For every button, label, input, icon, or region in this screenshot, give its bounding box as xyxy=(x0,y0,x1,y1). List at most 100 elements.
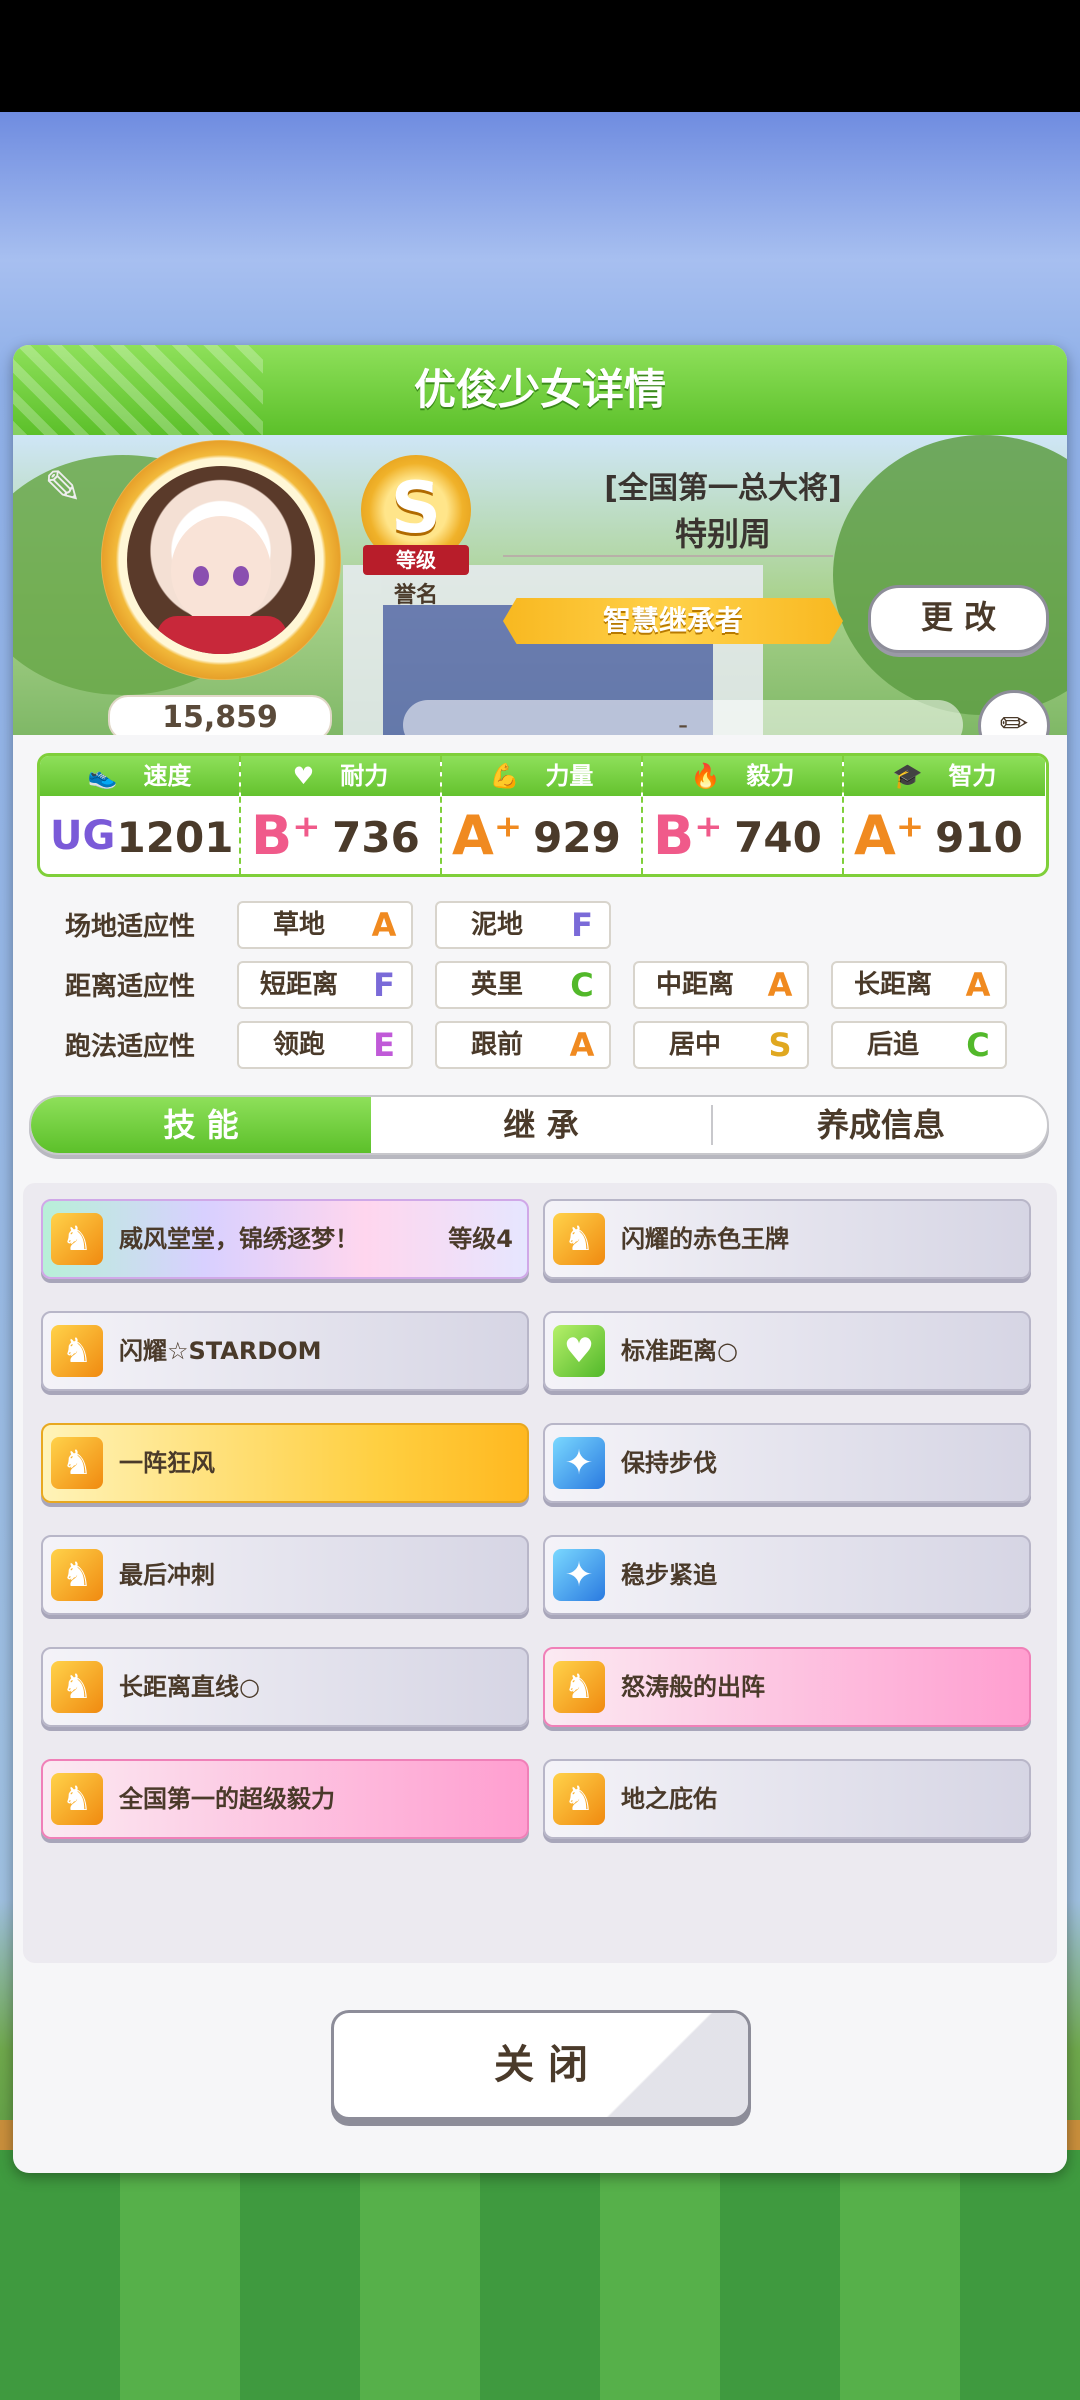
aptitude-name: 长距离 xyxy=(853,970,932,1000)
stat-stamina: ♥ 耐力 B⁺ 736 xyxy=(241,756,442,874)
stat-label: 毅力 xyxy=(746,762,795,790)
stat-header: 🔥 毅力 xyxy=(643,756,842,796)
skill-name: 怒涛般的出阵 xyxy=(621,1673,765,1701)
skill-item[interactable]: ♞ 威风堂堂，锦绣逐梦！ 等级4 xyxy=(41,1199,529,1279)
aptitude-name: 英里 xyxy=(470,970,523,1000)
avatar-eye xyxy=(193,566,209,586)
skill-item[interactable]: ♞ 地之庇佑 xyxy=(543,1759,1031,1839)
skill-item[interactable]: ♞ 最后冲刺 xyxy=(41,1535,529,1615)
name-divider xyxy=(503,555,833,557)
carrot-icon[interactable]: ✎ xyxy=(33,457,93,517)
avatar-outfit xyxy=(157,616,287,654)
stat-value: 910 xyxy=(935,813,1023,862)
profile-banner: ✎ 15,859 S 等级 誉名 [全国第一总大将] 特别周 智慧继承者 更 改… xyxy=(13,435,1067,735)
stat-grade: B⁺ xyxy=(653,804,723,867)
skill-item[interactable]: ♞ 全国第一的超级毅力 xyxy=(41,1759,529,1839)
aptitude-name: 领跑 xyxy=(272,1030,325,1060)
aptitude-turf: 草地 A xyxy=(237,901,413,949)
running-horse-icon: ♞ xyxy=(51,1213,103,1265)
stat-label: 力量 xyxy=(545,762,594,790)
aptitude-grade: E xyxy=(373,1026,395,1064)
change-button[interactable]: 更 改 xyxy=(868,585,1049,653)
aptitude-name: 泥地 xyxy=(470,910,523,940)
aptitude-grade: F xyxy=(373,966,395,1004)
skill-item[interactable]: ♞ 长距离直线○ xyxy=(41,1647,529,1727)
stat-speed: 👟 速度 UG 1201 xyxy=(40,756,241,874)
aptitude-grade: A xyxy=(371,906,397,944)
panel-header: 优俊少女详情 xyxy=(13,345,1067,435)
avatar[interactable] xyxy=(101,440,341,680)
stat-label: 速度 xyxy=(143,762,192,790)
skill-name: 一阵狂风 xyxy=(119,1449,215,1477)
skill-name: 闪耀的赤色王牌 xyxy=(621,1225,789,1253)
stat-grade: UG xyxy=(50,813,116,859)
umamusume-detail-panel: 优俊少女详情 ✎ 15,859 S 等级 誉名 [全国第一总大将] 特别周 智慧… xyxy=(13,345,1067,2173)
sparkle-icon: ✦ xyxy=(553,1549,605,1601)
stat-header: ♥ 耐力 xyxy=(241,756,440,796)
skill-item[interactable]: ✦ 稳步紧追 xyxy=(543,1535,1031,1615)
aptitude-name: 中距离 xyxy=(655,970,734,1000)
aptitude-medium: 中距离 A xyxy=(633,961,809,1009)
avatar-face xyxy=(171,516,271,626)
aptitude-betweener: 居中 S xyxy=(633,1021,809,1069)
running-horse-icon: ♞ xyxy=(51,1325,103,1377)
memo-field[interactable]: - xyxy=(403,700,963,735)
aptitude-mile: 英里 C xyxy=(435,961,611,1009)
skill-name: 最后冲刺 xyxy=(119,1561,215,1589)
epithet-banner: 智慧继承者 xyxy=(503,598,843,644)
stat-label: 智力 xyxy=(948,762,997,790)
aptitude-dirt: 泥地 F xyxy=(435,901,611,949)
stat-value: 929 xyxy=(533,813,621,862)
fan-count: 15,859 xyxy=(108,695,332,735)
graduation-cap-icon: 🎓 xyxy=(892,762,923,790)
aptitude-grade: A xyxy=(767,966,793,1004)
aptitude-grade: S xyxy=(768,1026,792,1064)
running-horse-icon: ♞ xyxy=(553,1773,605,1825)
aptitude-long: 长距离 A xyxy=(831,961,1007,1009)
skill-level: 等级4 xyxy=(448,1225,513,1253)
aptitude-leader: 跟前 A xyxy=(435,1021,611,1069)
stat-value: 1201 xyxy=(116,813,234,862)
distance-aptitude-label: 距离适应性 xyxy=(65,972,196,1002)
skill-name: 全国第一的超级毅力 xyxy=(119,1785,335,1813)
skill-item[interactable]: ♞ 怒涛般的出阵 xyxy=(543,1647,1031,1727)
close-button[interactable]: 关 闭 xyxy=(331,2010,751,2120)
panel-title: 优俊少女详情 xyxy=(413,365,666,414)
aptitude-name: 跟前 xyxy=(470,1030,523,1060)
tab-inheritance[interactable]: 继 承 xyxy=(371,1097,711,1153)
stat-header: 🎓 智力 xyxy=(844,756,1045,796)
skills-list: ♞ 威风堂堂，锦绣逐梦！ 等级4 ♞ 闪耀的赤色王牌 ♞ 闪耀☆STARDOM … xyxy=(23,1183,1057,1963)
aptitude-grade: A xyxy=(569,1026,595,1064)
running-horse-icon: ♞ xyxy=(553,1661,605,1713)
style-aptitude-label: 跑法适应性 xyxy=(65,1032,196,1062)
aptitude-grade: C xyxy=(570,966,594,1004)
skill-item[interactable]: ♥ 标准距离○ xyxy=(543,1311,1031,1391)
aptitude-name: 居中 xyxy=(668,1030,721,1060)
stat-grade: B⁺ xyxy=(251,804,321,867)
skill-item[interactable]: ♞ 一阵狂风 xyxy=(41,1423,529,1503)
track-aptitude-label: 场地适应性 xyxy=(65,912,196,942)
tab-skills[interactable]: 技 能 xyxy=(31,1097,371,1153)
stat-power: 💪 力量 A⁺ 929 xyxy=(442,756,643,874)
tab-training-info[interactable]: 养成信息 xyxy=(713,1097,1047,1153)
skill-name: 长距离直线○ xyxy=(119,1673,260,1701)
close-button-label: 关 闭 xyxy=(494,2042,588,2088)
stat-label: 耐力 xyxy=(340,762,389,790)
aptitude-grade: C xyxy=(966,1026,990,1064)
running-horse-icon: ♞ xyxy=(553,1213,605,1265)
status-bar xyxy=(0,0,1080,112)
skill-item[interactable]: ♞ 闪耀☆STARDOM xyxy=(41,1311,529,1391)
skill-item[interactable]: ✦ 保持步伐 xyxy=(543,1423,1031,1503)
stat-guts: 🔥 毅力 B⁺ 740 xyxy=(643,756,844,874)
running-horse-icon: ♞ xyxy=(51,1661,103,1713)
running-horse-icon: ♞ xyxy=(51,1437,103,1489)
running-horse-icon: ♞ xyxy=(51,1773,103,1825)
avatar-portrait xyxy=(127,466,315,654)
skill-name: 标准距离○ xyxy=(621,1337,738,1365)
flame-icon: 🔥 xyxy=(690,762,721,790)
sparkle-icon: ✦ xyxy=(553,1437,605,1489)
rank-label: 誉名 xyxy=(393,583,438,608)
aptitude-chaser: 后追 C xyxy=(831,1021,1007,1069)
stats-table: 👟 速度 UG 1201 ♥ 耐力 B⁺ 736 💪 力量 A⁺ 929 🔥 毅力 B⁺… xyxy=(37,753,1049,877)
skill-item[interactable]: ♞ 闪耀的赤色王牌 xyxy=(543,1199,1031,1279)
